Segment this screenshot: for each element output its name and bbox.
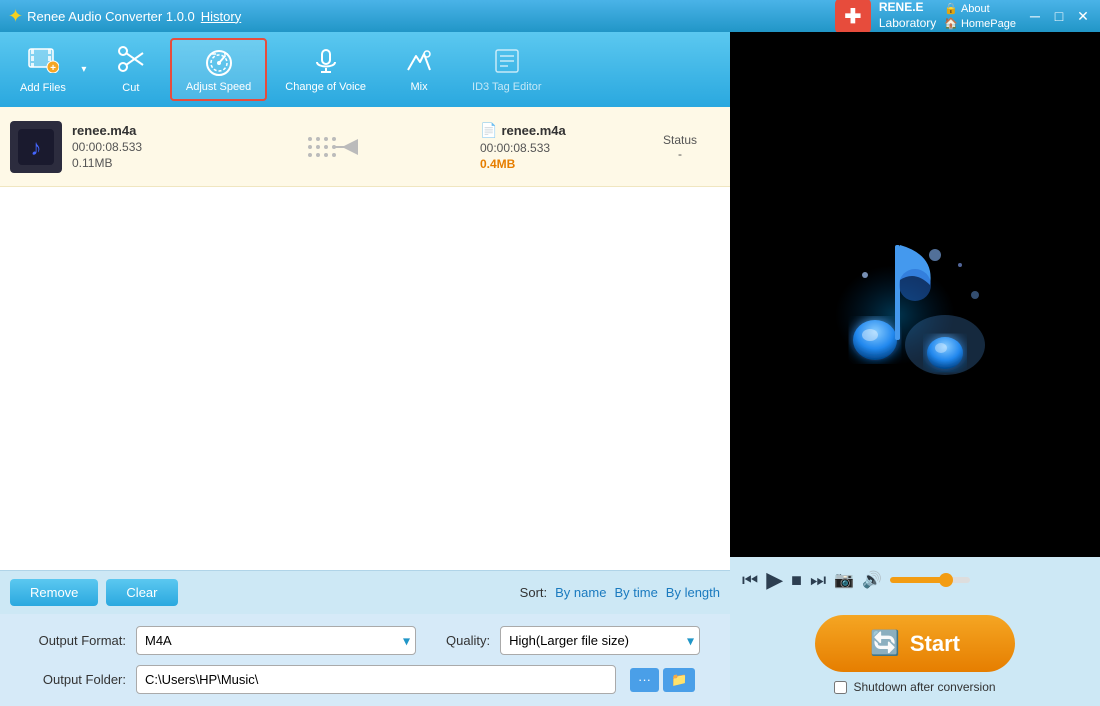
output-file-info: 📄 renee.m4a 00:00:08.533 0.4MB xyxy=(480,122,640,171)
toolbar-item-add-files[interactable]: + Add Files ▾ xyxy=(10,39,92,100)
volume-slider[interactable] xyxy=(890,577,970,583)
logo-area: ✚ RENE.ELaboratory 🔒 About 🏠 HomePage xyxy=(835,0,1016,34)
id3-tag-editor-label: ID3 Tag Editor xyxy=(472,81,542,93)
change-of-voice-icon xyxy=(309,46,343,79)
homepage-link[interactable]: 🏠 HomePage xyxy=(944,17,1016,30)
adjust-speed-label: Adjust Speed xyxy=(186,81,251,93)
svg-text:+: + xyxy=(50,63,56,73)
folder-open-button[interactable]: 📁 xyxy=(663,668,695,692)
output-size: 0.4MB xyxy=(480,157,640,171)
history-link[interactable]: History xyxy=(201,9,241,24)
file-thumbnail: ♪ xyxy=(10,121,62,173)
folder-label: Output Folder: xyxy=(16,672,126,687)
minimize-button[interactable]: ─ xyxy=(1026,7,1044,25)
home-icon: 🏠 xyxy=(944,17,958,30)
close-button[interactable]: ✕ xyxy=(1074,7,1092,25)
toolbar-item-id3-tag-editor[interactable]: ID3 Tag Editor xyxy=(458,40,556,99)
window-controls: ─ □ ✕ xyxy=(1026,7,1092,25)
stop-button[interactable]: ■ xyxy=(791,570,802,591)
conversion-arrow xyxy=(192,135,480,159)
maximize-button[interactable]: □ xyxy=(1050,7,1068,25)
toolbar-item-cut[interactable]: Cut xyxy=(96,39,166,100)
svg-text:♪: ♪ xyxy=(31,135,42,160)
screenshot-button[interactable]: 📷 xyxy=(834,570,854,590)
folder-row: Output Folder: ··· 📁 xyxy=(16,665,714,694)
table-row[interactable]: ♪ renee.m4a 00:00:08.533 0.11MB xyxy=(0,107,730,187)
sort-label: Sort: xyxy=(520,585,547,600)
format-select[interactable]: M4A xyxy=(136,626,416,655)
format-label: Output Format: xyxy=(16,633,126,648)
player-controls: ⏮ ▶ ■ ⏭ 📷 🔊 xyxy=(730,557,1100,603)
toolbar: + Add Files ▾ Cut xyxy=(0,32,730,107)
play-button[interactable]: ▶ xyxy=(766,567,783,593)
add-files-label: Add Files xyxy=(20,82,66,94)
cross-symbol: ✚ xyxy=(844,4,861,29)
volume-icon: 🔊 xyxy=(862,570,882,590)
add-files-main[interactable]: + Add Files xyxy=(10,39,76,100)
remove-button[interactable]: Remove xyxy=(10,579,98,606)
status-area: Status - xyxy=(640,133,720,161)
folder-input[interactable] xyxy=(136,665,616,694)
volume-thumb[interactable] xyxy=(939,573,953,587)
add-files-dropdown-arrow[interactable]: ▾ xyxy=(76,64,92,75)
output-duration: 00:00:08.533 xyxy=(480,141,640,155)
status-value: - xyxy=(640,147,720,161)
id3-tag-editor-icon xyxy=(490,46,524,79)
about-link[interactable]: 🔒 About xyxy=(944,2,1016,15)
sort-by-time[interactable]: By time xyxy=(614,585,657,600)
input-file-info: renee.m4a 00:00:08.533 0.11MB xyxy=(72,123,192,170)
sort-by-name[interactable]: By name xyxy=(555,585,606,600)
input-size: 0.11MB xyxy=(72,156,192,170)
quality-label: Quality: xyxy=(446,633,490,648)
format-row: Output Format: M4A ▾ Quality: High(Large… xyxy=(16,626,714,655)
lock-icon: 🔒 xyxy=(944,2,958,15)
add-files-icon: + xyxy=(27,45,59,80)
app-logo-icon: ✦ xyxy=(8,6,23,27)
music-note-visual xyxy=(815,195,1015,395)
change-of-voice-label: Change of Voice xyxy=(285,81,366,93)
cut-icon xyxy=(115,45,147,80)
right-panel: ⏮ ▶ ■ ⏭ 📷 🔊 🔄 Start Shutdown after conve… xyxy=(730,32,1100,706)
brand-text: RENE.ELaboratory xyxy=(879,0,936,31)
bottom-controls: Remove Clear Sort: By name By time By le… xyxy=(0,570,730,614)
quality-select-wrap: High(Larger file size) ▾ xyxy=(500,626,700,655)
output-file-name: renee.m4a xyxy=(501,123,565,138)
toolbar-item-mix[interactable]: Mix xyxy=(384,40,454,99)
input-duration: 00:00:08.533 xyxy=(72,140,192,154)
start-refresh-icon: 🔄 xyxy=(870,629,900,658)
toolbar-item-adjust-speed[interactable]: Adjust Speed xyxy=(170,38,267,101)
mix-label: Mix xyxy=(410,81,427,93)
preview-area xyxy=(730,32,1100,557)
adjust-speed-icon xyxy=(202,46,236,79)
folder-buttons: ··· 📁 xyxy=(630,668,695,692)
app-title: Renee Audio Converter 1.0.0 xyxy=(27,9,195,24)
format-select-wrap: M4A ▾ xyxy=(136,626,416,655)
titlebar: ✦ Renee Audio Converter 1.0.0 History ✚ … xyxy=(0,0,1100,32)
shutdown-row: Shutdown after conversion xyxy=(834,680,995,694)
input-file-name: renee.m4a xyxy=(72,123,192,138)
left-panel: + Add Files ▾ Cut xyxy=(0,32,730,706)
cut-label: Cut xyxy=(122,82,139,94)
shutdown-label: Shutdown after conversion xyxy=(853,680,995,694)
status-label: Status xyxy=(640,133,720,147)
file-list-area: ♪ renee.m4a 00:00:08.533 0.11MB xyxy=(0,107,730,570)
shutdown-checkbox[interactable] xyxy=(834,681,847,694)
mix-icon xyxy=(402,46,436,79)
skip-back-button[interactable]: ⏮ xyxy=(742,570,758,591)
sort-area: Sort: By name By time By length xyxy=(186,585,721,600)
output-settings: Output Format: M4A ▾ Quality: High(Large… xyxy=(0,614,730,706)
start-area: 🔄 Start Shutdown after conversion xyxy=(730,603,1100,706)
clear-button[interactable]: Clear xyxy=(106,579,177,606)
brand-links: 🔒 About 🏠 HomePage xyxy=(944,2,1016,30)
toolbar-item-change-of-voice[interactable]: Change of Voice xyxy=(271,40,380,99)
brand-cross-icon: ✚ xyxy=(835,0,871,34)
start-label: Start xyxy=(910,631,960,657)
output-file-icon: 📄 xyxy=(480,122,497,139)
quality-select[interactable]: High(Larger file size) xyxy=(500,626,700,655)
start-button[interactable]: 🔄 Start xyxy=(815,615,1015,672)
skip-forward-button[interactable]: ⏭ xyxy=(810,570,826,591)
folder-browse-button[interactable]: ··· xyxy=(630,668,659,692)
main-layout: + Add Files ▾ Cut xyxy=(0,32,1100,706)
sort-by-length[interactable]: By length xyxy=(666,585,720,600)
